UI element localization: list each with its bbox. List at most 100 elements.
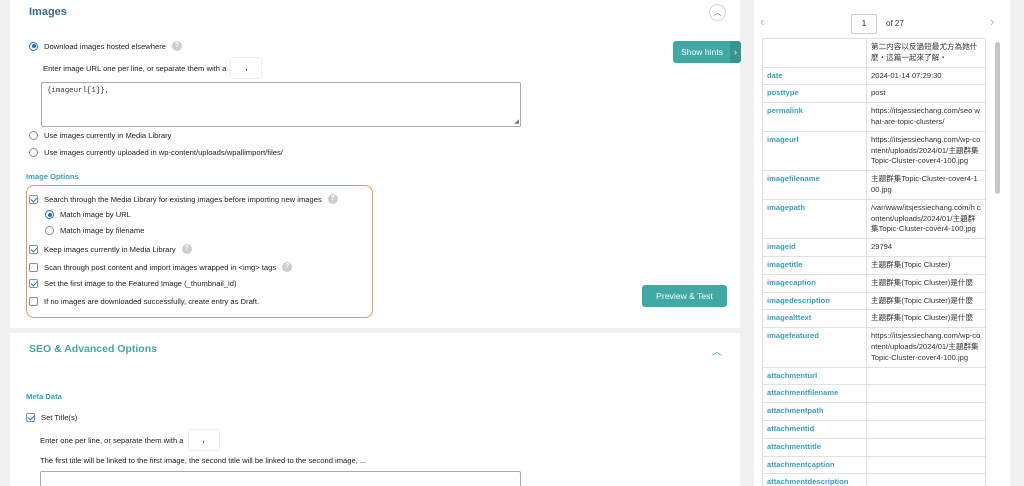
draft-label: If no images are downloaded successfully… [44, 297, 260, 306]
title-separator-field[interactable]: , [187, 429, 220, 451]
field-name: imagefeatured [762, 327, 867, 368]
seo-section-title[interactable]: SEO & Advanced Options [29, 343, 157, 355]
field-value: 主題群集(Topic Cluster)是什麼 [866, 309, 986, 329]
table-row: attachmentpath [762, 402, 986, 421]
meta-data-title: Meta Data [26, 392, 62, 401]
help-icon[interactable]: ? [327, 194, 338, 204]
table-row: imagecaption 主題群集(Topic Cluster)是什麼 [762, 273, 986, 293]
match-by-filename-option[interactable]: Match image by filename [45, 226, 144, 235]
search-media-library-label: Search through the Media Library for exi… [44, 194, 322, 204]
media-library-radio[interactable] [29, 131, 38, 140]
field-value [866, 473, 986, 486]
titles-textarea[interactable] [40, 471, 521, 486]
field-value: /var/www/itsjessiechang.com/h content/up… [866, 198, 986, 240]
scan-content-checkbox[interactable] [29, 262, 38, 272]
field-name: attachmentpath [762, 402, 867, 421]
field-value: https://itsjessiechang.com/wp-content/up… [866, 327, 986, 368]
field-value: 29794 [866, 238, 986, 257]
featured-image-label: Set the first image to the Featured Imag… [44, 279, 237, 288]
draft-option[interactable]: If no images are downloaded successfully… [29, 297, 259, 306]
draft-checkbox[interactable] [29, 297, 38, 306]
resize-grip-icon[interactable]: ◢ [514, 118, 519, 125]
media-library-option[interactable]: Use images currently in Media Library [29, 131, 171, 140]
field-value: 主題群集Topic-Cluster-cover4-100.jpg [866, 170, 986, 200]
title-hint-text: Enter one per line, or separate them wit… [40, 435, 184, 445]
field-name: date [762, 66, 867, 86]
field-value [866, 437, 986, 457]
field-name: imageid [762, 238, 867, 257]
table-row: attachmentdescription [762, 473, 986, 486]
prev-record-icon[interactable]: ‹ [760, 14, 764, 29]
set-title-checkbox[interactable] [26, 413, 35, 422]
table-row: permalink https://itsjessiechang.com/seo … [762, 102, 986, 132]
preview-record-panel: ‹ 1 of 27 › 第二内容以反過短最尤方為她什麼・這篇一起來了解・ date… [754, 0, 1010, 486]
show-hints-button[interactable]: Show hints › [673, 41, 741, 63]
images-collapse-button[interactable]: ︿ [709, 4, 726, 21]
field-name: imagefilename [762, 170, 867, 200]
field-name: imagetitle [762, 255, 867, 275]
seo-advanced-panel: SEO & Advanced Options ︿ Meta Data Set T… [10, 333, 740, 486]
preview-test-button[interactable]: Preview & Test [642, 285, 727, 307]
set-title-option[interactable]: Set Title(s) [26, 413, 77, 422]
match-by-url-radio[interactable] [45, 210, 54, 219]
record-count: of 27 [886, 19, 904, 28]
table-row: imagedescription 主題群集(Topic Cluster)是什麼 [762, 291, 986, 311]
images-panel: Images ︿ Download images hosted elsewher… [10, 0, 740, 328]
download-images-option[interactable]: Download images hosted elsewhere ? [29, 41, 182, 51]
table-row: attachmenturl [762, 366, 986, 386]
field-name: posttype [762, 84, 867, 104]
table-row: imagepath/var/www/itsjessiechang.com/h c… [762, 198, 986, 240]
chevron-up-icon[interactable]: ︿ [712, 343, 722, 358]
table-row: imagealttext 主題群集(Topic Cluster)是什麼 [762, 309, 986, 329]
field-name [762, 38, 867, 68]
match-by-filename-label: Match image by filename [60, 226, 145, 235]
help-icon[interactable]: ? [181, 244, 192, 254]
match-by-url-option[interactable]: Match image by URL [45, 210, 131, 219]
download-images-radio[interactable] [29, 41, 38, 51]
search-media-library-option[interactable]: Search through the Media Library for exi… [29, 194, 338, 204]
keep-images-option[interactable]: Keep images currently in Media Library ? [29, 244, 192, 254]
field-name: imageurl [762, 130, 867, 172]
field-name: attachmentfilename [762, 384, 867, 404]
field-value: https://itsjessiechang.com/seo what-are-… [866, 102, 986, 132]
table-row: 第二内容以反過短最尤方為她什麼・這篇一起來了解・ [762, 38, 986, 68]
preview-scrollbar[interactable] [995, 38, 1001, 486]
featured-image-checkbox[interactable] [29, 279, 38, 288]
image-url-value: {imageurl[1]}, [47, 87, 110, 95]
field-value [866, 366, 986, 386]
match-by-url-label: Match image by URL [60, 210, 131, 219]
help-icon[interactable]: ? [282, 262, 293, 272]
field-name: imagedescription [762, 291, 867, 311]
field-name: imagecaption [762, 273, 867, 293]
field-name: permalink [762, 102, 867, 132]
search-media-library-checkbox[interactable] [29, 194, 38, 204]
featured-image-option[interactable]: Set the first image to the Featured Imag… [29, 279, 236, 288]
table-row: posttype post [762, 84, 986, 104]
table-row: imagefeatured https://itsjessiechang.com/… [762, 327, 986, 368]
table-row: attachmentfilename [762, 384, 986, 404]
scan-content-option[interactable]: Scan through post content and import ima… [29, 262, 293, 272]
scrollbar-thumb[interactable] [995, 42, 1000, 194]
record-page-input[interactable]: 1 [851, 14, 877, 34]
uploaded-files-label: Use images currently uploaded in wp-cont… [44, 148, 283, 157]
title-link-hint: The first title will be linked to the fi… [40, 456, 367, 465]
image-url-textarea[interactable]: {imageurl[1]}, ◢ [41, 82, 521, 127]
field-value: 主題群集(Topic Cluster)是什麼 [866, 291, 986, 311]
field-name: attachmentid [762, 419, 867, 439]
field-value [866, 384, 986, 404]
field-value [866, 402, 986, 421]
show-hints-label: Show hints [680, 47, 724, 57]
image-url-separator-field[interactable]: , [230, 57, 263, 79]
match-by-filename-radio[interactable] [45, 226, 54, 235]
record-pager: ‹ 1 of 27 › [754, 0, 1010, 38]
table-row: imagefilename 主題群集Topic-Cluster-cover4-10… [762, 170, 986, 200]
keep-images-checkbox[interactable] [29, 244, 38, 254]
uploaded-files-option[interactable]: Use images currently uploaded in wp-cont… [29, 148, 283, 157]
image-options-title: Image Options [26, 172, 79, 181]
next-record-icon[interactable]: › [990, 14, 994, 29]
help-icon[interactable]: ? [172, 41, 182, 51]
uploaded-files-radio[interactable] [29, 148, 38, 157]
table-row: imagetitle 主題群集(Topic Cluster) [762, 255, 986, 275]
images-section-title: Images [29, 6, 67, 18]
field-value: 第二内容以反過短最尤方為她什麼・這篇一起來了解・ [866, 38, 986, 68]
